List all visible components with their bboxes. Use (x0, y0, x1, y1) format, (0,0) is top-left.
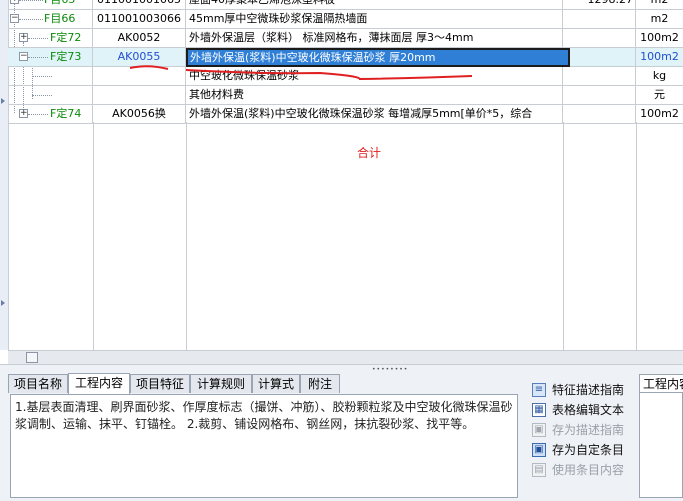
expand-icon[interactable]: + (19, 109, 28, 118)
row-qty[interactable] (563, 105, 636, 124)
gutter-marker-icon (1, 300, 5, 306)
row-unit: 元 (636, 86, 683, 105)
collapse-icon[interactable]: − (10, 14, 19, 23)
tab-work-content[interactable]: 工程内容 (68, 373, 130, 394)
row-unit: kg (636, 67, 683, 86)
table-row[interactable]: − F目66 011001003066 45mm厚中空微珠砂浆保温隔热墙面 m2 (8, 10, 683, 29)
row-unit: 100m2 (636, 29, 683, 48)
tree-line (19, 0, 43, 1)
guide-book-icon: ≡ (532, 383, 546, 397)
collapse-icon[interactable]: − (19, 52, 28, 61)
column-separator (186, 122, 187, 350)
save-custom-icon: ▣ (532, 443, 546, 457)
column-separator (636, 122, 637, 350)
right-tab-work-content[interactable]: 工程内容 (639, 374, 683, 392)
tab-notes[interactable]: 附注 (300, 374, 340, 393)
table-row[interactable]: 中空玻化微珠保温砂浆 kg (8, 67, 683, 86)
row-name[interactable]: 屋面40厚聚苯乙烯泡沫塑料板 (186, 0, 563, 10)
column-separator (563, 122, 564, 350)
tree-cell: + F目65 (8, 0, 93, 10)
tree-cell: + F定72 (8, 29, 93, 48)
row-unit: m2 (636, 0, 683, 10)
tab-formula[interactable]: 计算式 (252, 374, 300, 393)
row-unit: 100m2 (636, 48, 683, 67)
row-name[interactable]: 其他材料费 (186, 86, 563, 105)
row-qty[interactable]: 1298.27 (563, 0, 636, 10)
row-unit: m2 (636, 10, 683, 29)
row-qty[interactable] (563, 86, 636, 105)
table-row[interactable]: + F定72 AK0052 外墙外保温层（浆料） 标准网格布，薄抹面层 厚3～4… (8, 29, 683, 48)
item-grid: + F目65 011001001065 屋面40厚聚苯乙烯泡沫塑料板 1298.… (0, 0, 683, 350)
action-list: ≡ 特征描述指南 ▦ 表格编辑文本 ▣ 存为描述指南 ▣ 存为自定条目 ▤ 使用… (530, 380, 640, 480)
row-id: F定72 (50, 31, 82, 44)
table-row[interactable]: + F定74 AK0056换 外墙外保温(浆料)中空玻化微珠保温砂浆 每增减厚5… (8, 105, 683, 124)
row-id: F定73 (50, 50, 82, 63)
use-entry-button[interactable]: ▤ 使用条目内容 (530, 460, 640, 480)
name-edit-field[interactable]: 外墙外保温(浆料)中空玻化微珠保温砂浆 厚20mm (186, 48, 570, 67)
tree-cell: − F目66 (8, 10, 93, 29)
row-code (93, 67, 186, 86)
tree-line (28, 114, 48, 115)
row-unit: 100m2 (636, 105, 683, 124)
row-name[interactable]: 中空玻化微珠保温砂浆 (186, 67, 563, 86)
work-content-textarea[interactable]: 1.基层表面清理、刷界面砂浆、作厚度标志（撮饼、冲筋）、胶粉颗粒浆及中空玻化微珠… (10, 394, 518, 498)
tree-line (28, 57, 48, 58)
table-icon: ▦ (532, 403, 546, 417)
row-qty[interactable] (563, 10, 636, 29)
tab-item-name[interactable]: 项目名称 (8, 374, 68, 393)
row-code: AK0055 (93, 48, 186, 67)
row-id: F目66 (44, 12, 76, 25)
row-qty[interactable] (563, 67, 636, 86)
row-name[interactable]: 外墙外保温(浆料)中空玻化微珠保温砂浆 每增减厚5mm[单价*5，综合 (186, 105, 563, 124)
row-qty[interactable] (570, 48, 636, 67)
expand-icon[interactable]: + (19, 33, 28, 42)
horizontal-scrollbar[interactable] (8, 350, 683, 365)
row-qty[interactable] (563, 29, 636, 48)
tree-cell: + F定74 (8, 105, 93, 124)
table-row[interactable]: + F目65 011001001065 屋面40厚聚苯乙烯泡沫塑料板 1298.… (8, 0, 683, 10)
row-code: AK0056换 (93, 105, 186, 124)
tree-line (32, 95, 52, 96)
row-code: 011001001065 (93, 0, 186, 10)
tree-cell (8, 86, 93, 105)
row-id: F目65 (44, 0, 75, 9)
save-guide-button[interactable]: ▣ 存为描述指南 (530, 420, 640, 440)
save-disk-icon: ▣ (532, 423, 546, 437)
save-guide-label: 存为描述指南 (552, 423, 625, 437)
row-code (93, 86, 186, 105)
tree-cell (8, 67, 93, 86)
tab-item-features[interactable]: 项目特征 (130, 374, 190, 393)
tab-calc-rules[interactable]: 计算规则 (190, 374, 252, 393)
save-custom-label: 存为自定条目 (552, 443, 625, 457)
detail-panel: 项目名称 工程内容 项目特征 计算规则 计算式 附注 1.基层表面清理、刷界面砂… (0, 372, 683, 501)
expand-icon[interactable]: + (10, 0, 19, 4)
feature-guide-label: 特征描述指南 (552, 383, 625, 397)
row-name[interactable]: 45mm厚中空微珠砂浆保温隔热墙面 (186, 10, 563, 29)
use-entry-label: 使用条目内容 (552, 463, 625, 477)
use-entry-icon: ▤ (532, 463, 546, 477)
tree-cell: − F定73 (8, 48, 93, 67)
row-id: F定74 (50, 107, 82, 120)
gutter-marker-icon (1, 98, 5, 104)
scroll-left-button[interactable] (26, 352, 38, 363)
right-side-panel: 工程内容 (638, 372, 683, 501)
table-edit-button[interactable]: ▦ 表格编辑文本 (530, 400, 640, 420)
save-custom-button[interactable]: ▣ 存为自定条目 (530, 440, 640, 460)
table-row-selected[interactable]: − F定73 AK0055 外墙外保温(浆料)中空玻化微珠保温砂浆 厚20mm … (8, 48, 683, 67)
total-label: 合计 (357, 146, 382, 160)
row-name[interactable]: 外墙外保温层（浆料） 标准网格布，薄抹面层 厚3～4mm (186, 29, 563, 48)
table-row[interactable]: 其他材料费 元 (8, 86, 683, 105)
tree-line (32, 76, 52, 77)
tree-line (19, 19, 43, 20)
row-code: 011001003066 (93, 10, 186, 29)
right-content-box[interactable] (639, 392, 683, 498)
tree-line (28, 38, 48, 39)
table-edit-label: 表格编辑文本 (552, 403, 625, 417)
row-code: AK0052 (93, 29, 186, 48)
column-separator (93, 122, 94, 350)
feature-guide-button[interactable]: ≡ 特征描述指南 (530, 380, 640, 400)
